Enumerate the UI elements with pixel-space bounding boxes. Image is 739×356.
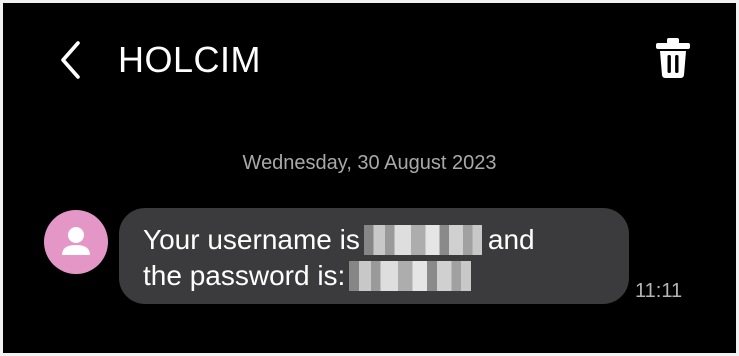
sms-conversation-screen: HOLCIM Wednesday, 30 August 2023 Your us… bbox=[3, 3, 736, 353]
date-separator: Wednesday, 30 August 2023 bbox=[242, 152, 497, 174]
avatar[interactable] bbox=[44, 210, 108, 274]
message-text-part3: the password is: bbox=[143, 260, 346, 291]
person-icon bbox=[62, 227, 90, 255]
redacted-password bbox=[349, 261, 472, 291]
redacted-username bbox=[363, 225, 482, 255]
conversation-title: HOLCIM bbox=[118, 39, 262, 80]
delete-button[interactable] bbox=[651, 35, 695, 81]
message-timestamp: 11:11 bbox=[635, 280, 683, 302]
app-header: HOLCIM bbox=[3, 3, 736, 113]
message-text-part2: and bbox=[487, 224, 535, 255]
back-button[interactable] bbox=[53, 37, 93, 83]
message-bubble[interactable]: Your username is and the password is: bbox=[119, 208, 629, 304]
trash-icon bbox=[656, 38, 690, 78]
message-text-part1: Your username is bbox=[143, 224, 360, 255]
chevron-left-icon bbox=[61, 41, 80, 79]
